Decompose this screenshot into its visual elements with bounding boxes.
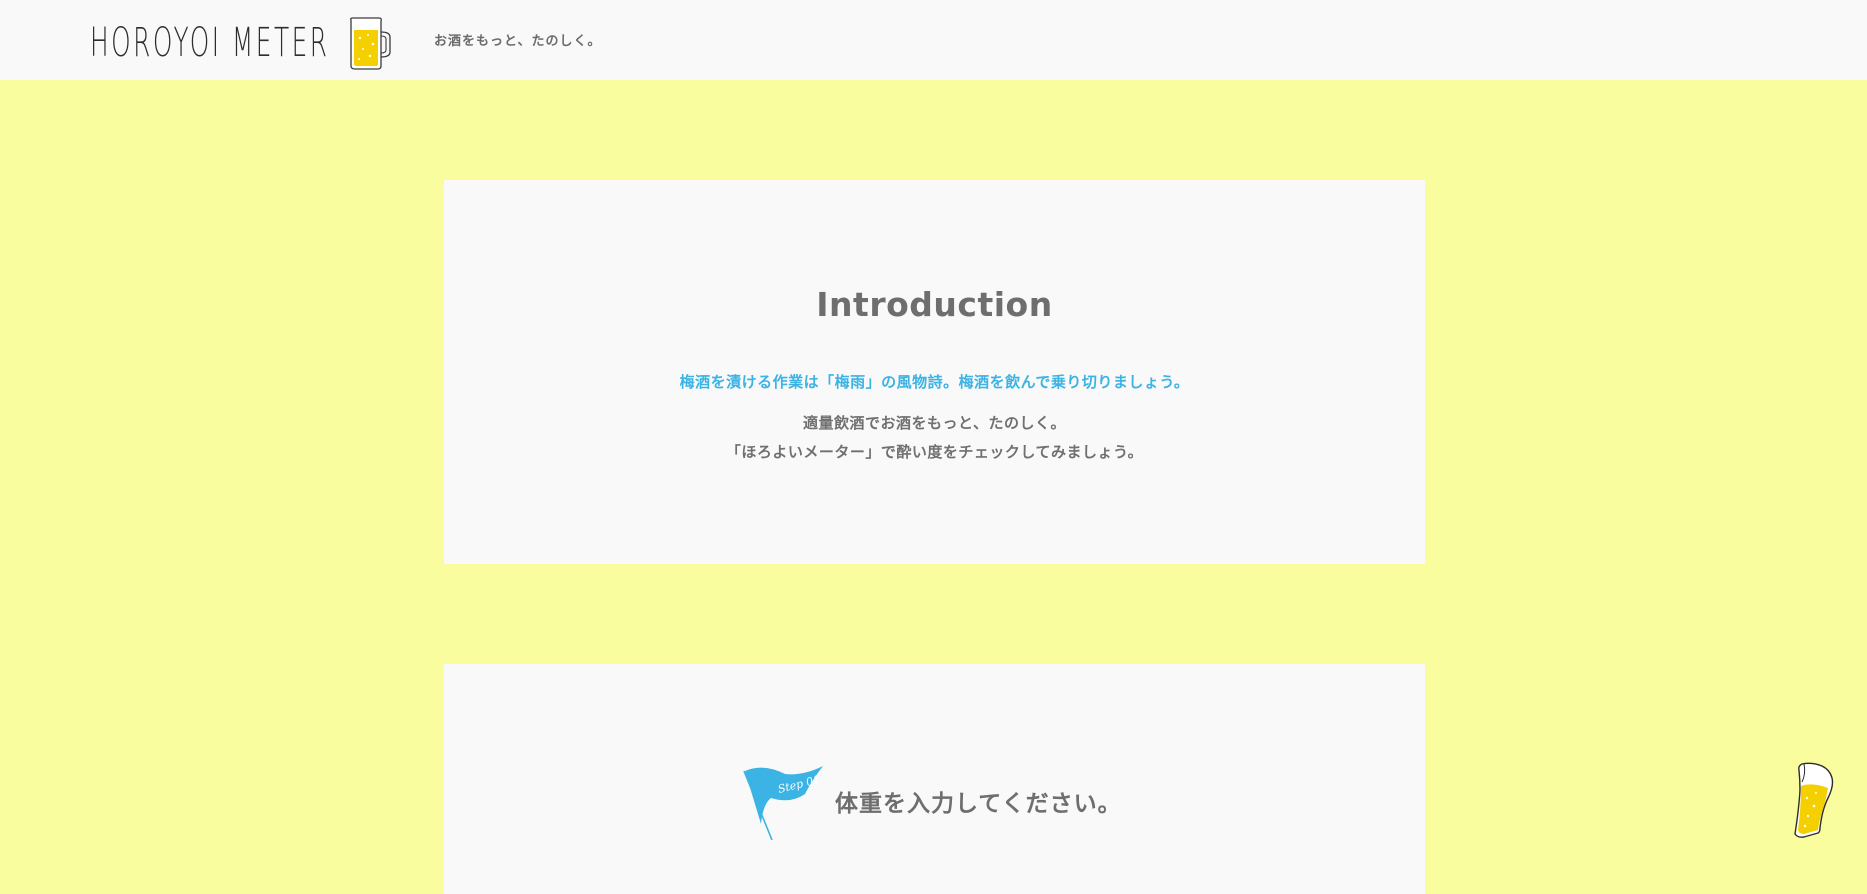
site-tagline: お酒をもっと、たのしく。	[434, 34, 602, 49]
beer-mug-icon	[346, 16, 392, 76]
site-header: HOROYOI METER お酒をもっと、たのしく。	[0, 0, 1867, 80]
introduction-body-line: 「ほろよいメーター」で酔い度をチェックしてみましょう。	[725, 443, 1144, 461]
beer-glass-icon	[1794, 762, 1834, 838]
introduction-card: Introduction 梅酒を漬ける作業は「梅雨」の風物詩。梅酒を飲んで乗り切…	[444, 180, 1425, 564]
introduction-lead: 梅酒を漬ける作業は「梅雨」の風物詩。梅酒を飲んで乗り切りましょう。	[679, 373, 1190, 391]
introduction-body: 適量飲酒でお酒をもっと、たのしく。 「ほろよいメーター」で酔い度をチェックしてみ…	[444, 409, 1425, 467]
introduction-body-line: 適量飲酒でお酒をもっと、たのしく。	[803, 414, 1066, 432]
floating-beer-button[interactable]	[1792, 760, 1836, 840]
step-01-title: 体重を入力してください。	[835, 791, 1122, 817]
step-01-card: Step 01 体重を入力してください。	[444, 664, 1425, 894]
logo-text: HOROYOI METER	[90, 20, 330, 66]
introduction-title: Introduction	[816, 285, 1053, 324]
flag-icon: Step 01	[741, 764, 827, 848]
site-logo[interactable]: HOROYOI METER	[90, 14, 391, 72]
